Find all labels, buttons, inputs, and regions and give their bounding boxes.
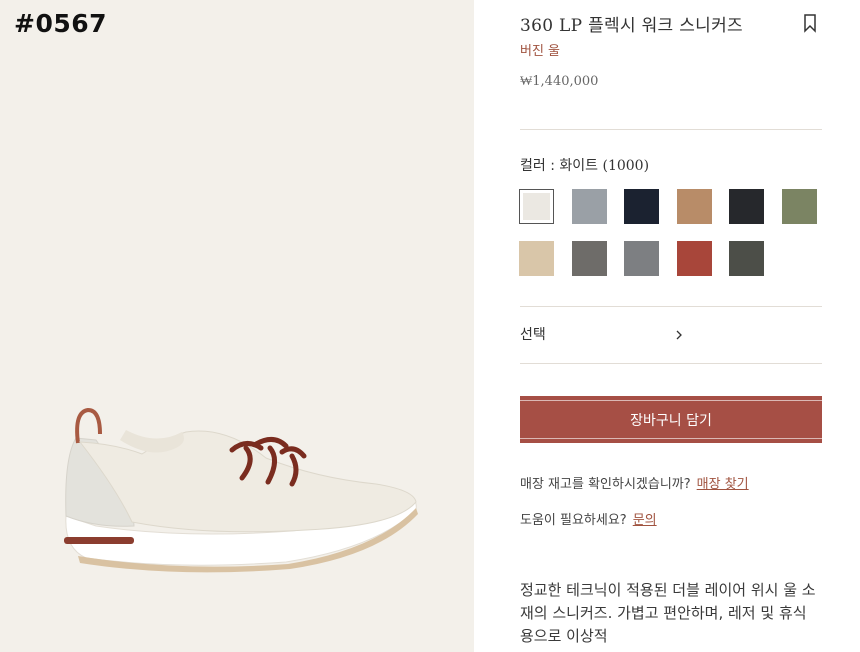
swatch-fill — [729, 241, 765, 276]
bookmark-icon[interactable] — [802, 13, 818, 33]
swatch-fill — [729, 189, 765, 224]
color-code: (1000) — [602, 158, 650, 174]
swatch-fill — [676, 241, 712, 276]
swatch-fill — [624, 189, 660, 224]
divider — [520, 306, 822, 307]
divider — [520, 129, 822, 130]
store-stock-question: 매장 재고를 확인하시겠습니까? — [520, 477, 691, 492]
swatch-fill — [624, 241, 660, 276]
divider — [520, 363, 822, 364]
sneaker-image — [64, 407, 418, 573]
find-store-link[interactable]: 매장 찾기 — [697, 477, 749, 492]
size-select[interactable]: 선택 — [520, 314, 822, 354]
store-stock-row: 매장 재고를 확인하시겠습니까? 매장 찾기 — [520, 473, 749, 492]
color-swatch-light-grey[interactable] — [571, 189, 607, 224]
color-swatch-black[interactable] — [729, 189, 765, 224]
add-to-cart-button[interactable]: 장바구니 담기 — [520, 396, 822, 443]
product-price: ₩1,440,000 — [520, 74, 599, 89]
product-title: 360 LP 플렉시 워크 스니커즈 — [520, 16, 743, 36]
swatch-fill — [676, 189, 712, 224]
product-code: #0567 — [14, 9, 108, 38]
color-name: 컬러 : 화이트 — [520, 158, 599, 174]
color-swatch-beige[interactable] — [519, 241, 554, 276]
swatch-fill — [571, 189, 607, 224]
product-image-panel: #0567 — [0, 0, 474, 652]
product-details-panel: 360 LP 플렉시 워크 스니커즈 버진 울 ₩1,440,000 컬러 : … — [474, 0, 860, 652]
product-material: 버진 울 — [520, 44, 561, 59]
swatch-fill — [782, 189, 817, 224]
swatch-fill — [523, 193, 550, 220]
color-swatch-white[interactable] — [519, 189, 554, 224]
color-swatch-grey-melange[interactable] — [571, 241, 607, 276]
help-question: 도움이 필요하세요? — [520, 513, 627, 528]
swatch-fill — [571, 241, 607, 276]
color-swatch-tan[interactable] — [676, 189, 712, 224]
color-label: 컬러 : 화이트 (1000) — [520, 155, 649, 175]
color-swatch-rust[interactable] — [676, 241, 712, 276]
product-description: 정교한 테크닉이 적용된 더블 레이어 위시 울 소재의 스니커즈. 가볍고 편… — [520, 581, 816, 645]
swatch-fill — [519, 241, 554, 276]
contact-link[interactable]: 문의 — [633, 513, 657, 528]
color-swatch-navy[interactable] — [624, 189, 660, 224]
color-swatch-olive[interactable] — [782, 189, 817, 224]
color-swatch-mid-grey[interactable] — [624, 241, 660, 276]
color-swatch-charcoal[interactable] — [729, 241, 765, 276]
help-row: 도움이 필요하세요? 문의 — [520, 509, 657, 528]
chevron-right-icon — [676, 330, 682, 340]
size-select-label: 선택 — [520, 327, 546, 343]
